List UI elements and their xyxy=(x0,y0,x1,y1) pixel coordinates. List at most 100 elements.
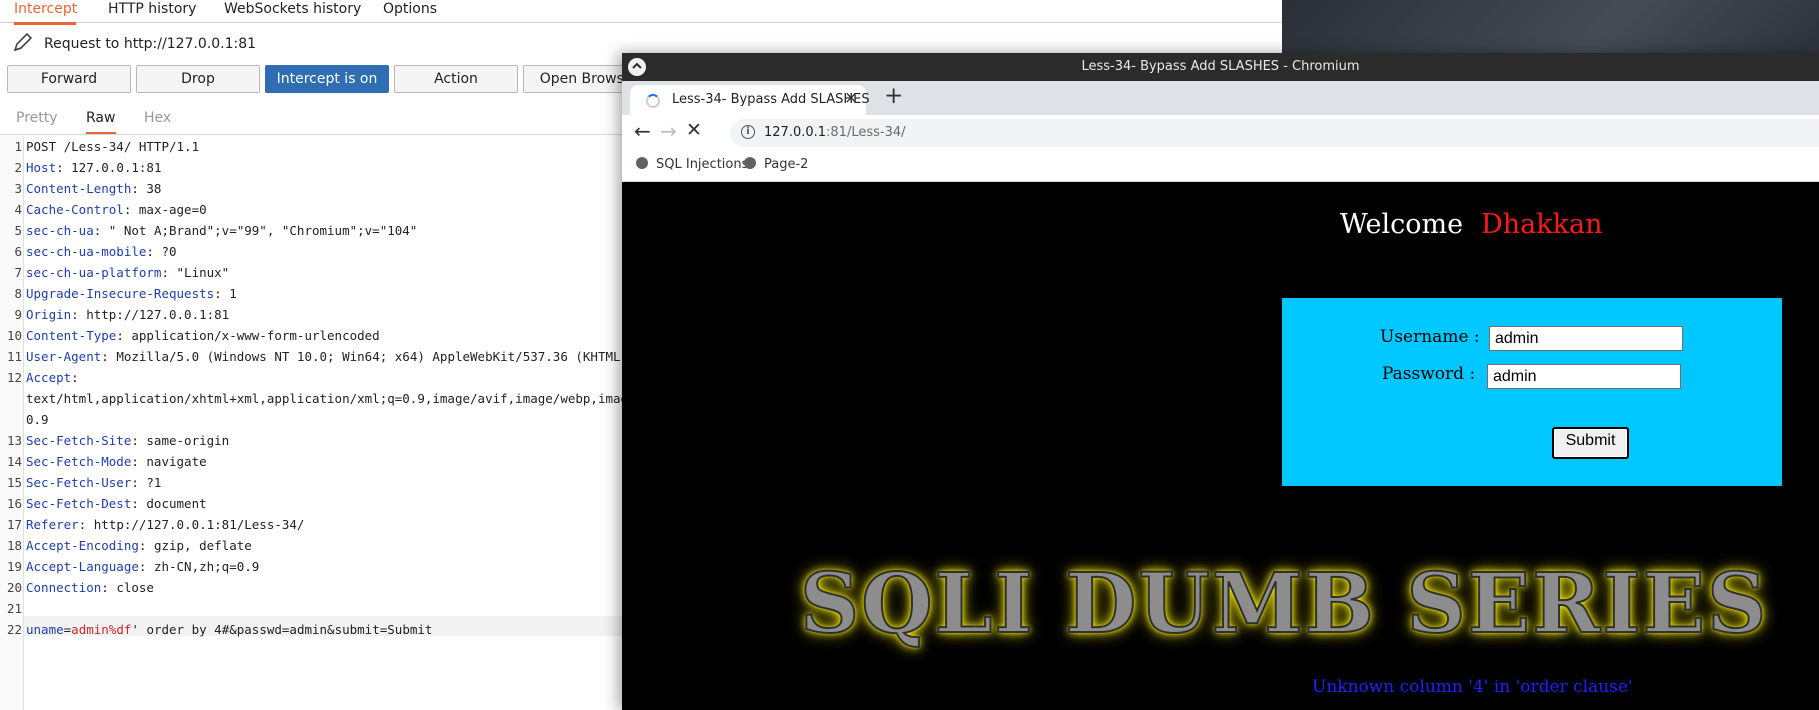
loading-spinner-icon xyxy=(646,94,660,108)
browser-tabstrip: Less-34- Bypass Add SLASHES × + xyxy=(622,81,1819,115)
header-name: Cache-Control xyxy=(26,202,124,217)
tab-intercept[interactable]: Intercept xyxy=(14,0,77,25)
header-name: Accept-Language xyxy=(26,559,139,574)
body-segment: admin%df xyxy=(71,622,132,637)
welcome-text: Welcome xyxy=(1340,209,1464,240)
action-button[interactable]: Action xyxy=(394,65,518,93)
header-name: Connection xyxy=(26,580,102,595)
bookmarks-bar: SQL Injections Page-2 xyxy=(622,151,1819,182)
header-value: : http://127.0.0.1:81 xyxy=(71,307,230,322)
request-line: Host: 127.0.0.1:81 xyxy=(26,160,161,175)
header-name: Host xyxy=(26,160,57,175)
line-number-gutter: 1 2 3 4 5 6 7 8 9 10 11 12 13 14 15 16 17 18 19 20 21 22 xyxy=(0,136,24,710)
request-line: Content-Type: application/x-www-form-url… xyxy=(26,328,380,343)
globe-icon xyxy=(744,157,756,169)
request-target-label: Request to http://127.0.0.1:81 xyxy=(44,36,257,52)
browser-tab-title: Less-34- Bypass Add SLASHES xyxy=(672,92,870,107)
request-line: Accept-Encoding: gzip, deflate xyxy=(26,538,252,553)
line-number: 4 xyxy=(14,202,22,217)
request-line: sec-ch-ua-mobile: ?0 xyxy=(26,244,177,259)
header-value: : 1 xyxy=(214,286,237,301)
header-name: Sec-Fetch-Mode xyxy=(26,454,132,469)
request-line: Accept-Language: zh-CN,zh;q=0.9 xyxy=(26,559,259,574)
header-name: Origin xyxy=(26,307,72,322)
line-number: 11 xyxy=(6,349,22,364)
new-tab-icon[interactable]: + xyxy=(884,83,903,109)
header-name: Sec-Fetch-Dest xyxy=(26,496,132,511)
sqli-banner-logo: SQLI DUMB SERIES xyxy=(799,555,1769,653)
sql-error-message: Unknown column '4' in 'order clause' xyxy=(1312,677,1633,697)
request-line: Sec-Fetch-Site: same-origin xyxy=(26,433,229,448)
line-number: 18 xyxy=(6,538,22,553)
drop-button[interactable]: Drop xyxy=(136,65,260,93)
header-value: : ?1 xyxy=(131,475,162,490)
password-label: Password : xyxy=(1382,364,1476,384)
header-value: : Mozilla/5.0 (Windows NT 10.0; Win64; x… xyxy=(101,349,666,364)
line-number: 2 xyxy=(14,160,22,175)
browser-tab[interactable]: Less-34- Bypass Add SLASHES × xyxy=(630,85,870,115)
header-value: : max-age=0 xyxy=(123,202,207,217)
line-number: 5 xyxy=(14,223,22,238)
header-value: : same-origin xyxy=(131,433,230,448)
header-name: Content-Length xyxy=(26,181,132,196)
line-number: 9 xyxy=(14,307,22,322)
password-input[interactable]: admin xyxy=(1487,364,1681,389)
globe-icon xyxy=(636,157,648,169)
window-titlebar[interactable]: Less-34- Bypass Add SLASHES - Chromium xyxy=(622,53,1819,81)
stop-loading-icon[interactable]: ✕ xyxy=(686,119,702,141)
tab-options[interactable]: Options xyxy=(383,0,437,22)
request-line: Upgrade-Insecure-Requests: 1 xyxy=(26,286,237,301)
url-path: :81/Less-34/ xyxy=(826,125,906,140)
login-form: Username : admin Password : admin Submit xyxy=(1282,298,1782,486)
line-number: 17 xyxy=(6,517,22,532)
close-tab-icon[interactable]: × xyxy=(844,88,858,108)
request-line: Origin: http://127.0.0.1:81 xyxy=(26,307,229,322)
tab-http-history[interactable]: HTTP history xyxy=(108,0,196,22)
header-value: : 38 xyxy=(131,181,162,196)
line-number: 13 xyxy=(6,433,22,448)
line-number: 12 xyxy=(6,370,22,385)
line-number: 7 xyxy=(14,265,22,280)
web-page: Welcome Dhakkan Username : admin Password… xyxy=(622,182,1819,710)
request-line: Connection: close xyxy=(26,580,154,595)
site-info-icon[interactable]: i xyxy=(741,125,755,139)
header-value: : navigate xyxy=(131,454,207,469)
line-number: 8 xyxy=(14,286,22,301)
request-line: Sec-Fetch-Dest: document xyxy=(26,496,207,511)
bookmark-sql-injections[interactable]: SQL Injections xyxy=(636,157,748,172)
window-title: Less-34- Bypass Add SLASHES - Chromium xyxy=(1081,59,1360,74)
header-name: Accept xyxy=(26,370,72,385)
intercept-toggle-button[interactable]: Intercept is on xyxy=(265,65,389,93)
forward-icon[interactable]: → xyxy=(660,119,677,143)
header-name: Sec-Fetch-Site xyxy=(26,433,132,448)
request-line: Referer: http://127.0.0.1:81/Less-34/ xyxy=(26,517,304,532)
browser-toolbar: ← → ✕ i 127.0.0.1:81/Less-34/ xyxy=(622,115,1819,151)
username-input[interactable]: admin xyxy=(1489,326,1683,351)
back-icon[interactable]: ← xyxy=(634,119,651,143)
body-segment: uname xyxy=(26,622,64,637)
request-line: Sec-Fetch-Mode: navigate xyxy=(26,454,207,469)
tab-websockets-history[interactable]: WebSockets history xyxy=(224,0,361,22)
header-value: : close xyxy=(101,580,154,595)
header-value: : 127.0.0.1:81 xyxy=(56,160,162,175)
request-line: Sec-Fetch-User: ?1 xyxy=(26,475,161,490)
header-name: Content-Type xyxy=(26,328,117,343)
request-line: uname=admin%df' order by 4#&passwd=admin… xyxy=(26,622,432,637)
line-number: 15 xyxy=(6,475,22,490)
header-name: User-Agent xyxy=(26,349,102,364)
request-line: User-Agent: Mozilla/5.0 (Windows NT 10.0… xyxy=(26,349,666,364)
tab-hex[interactable]: Hex xyxy=(144,110,171,132)
forward-button[interactable]: Forward xyxy=(7,65,131,93)
submit-button[interactable]: Submit xyxy=(1552,427,1629,459)
address-bar[interactable]: i 127.0.0.1:81/Less-34/ xyxy=(730,119,1819,147)
bookmark-page-2[interactable]: Page-2 xyxy=(744,157,808,172)
proxy-tabs: Intercept HTTP history WebSockets histor… xyxy=(0,0,1282,25)
header-value: : http://127.0.0.1:81/Less-34/ xyxy=(78,517,305,532)
bookmark-label: SQL Injections xyxy=(656,157,749,172)
line-number: 20 xyxy=(6,580,22,595)
welcome-heading: Welcome Dhakkan xyxy=(1340,209,1602,240)
header-name: Referer xyxy=(26,517,79,532)
tab-raw[interactable]: Raw xyxy=(86,110,116,134)
tab-pretty[interactable]: Pretty xyxy=(16,110,58,132)
request-line: Content-Length: 38 xyxy=(26,181,161,196)
